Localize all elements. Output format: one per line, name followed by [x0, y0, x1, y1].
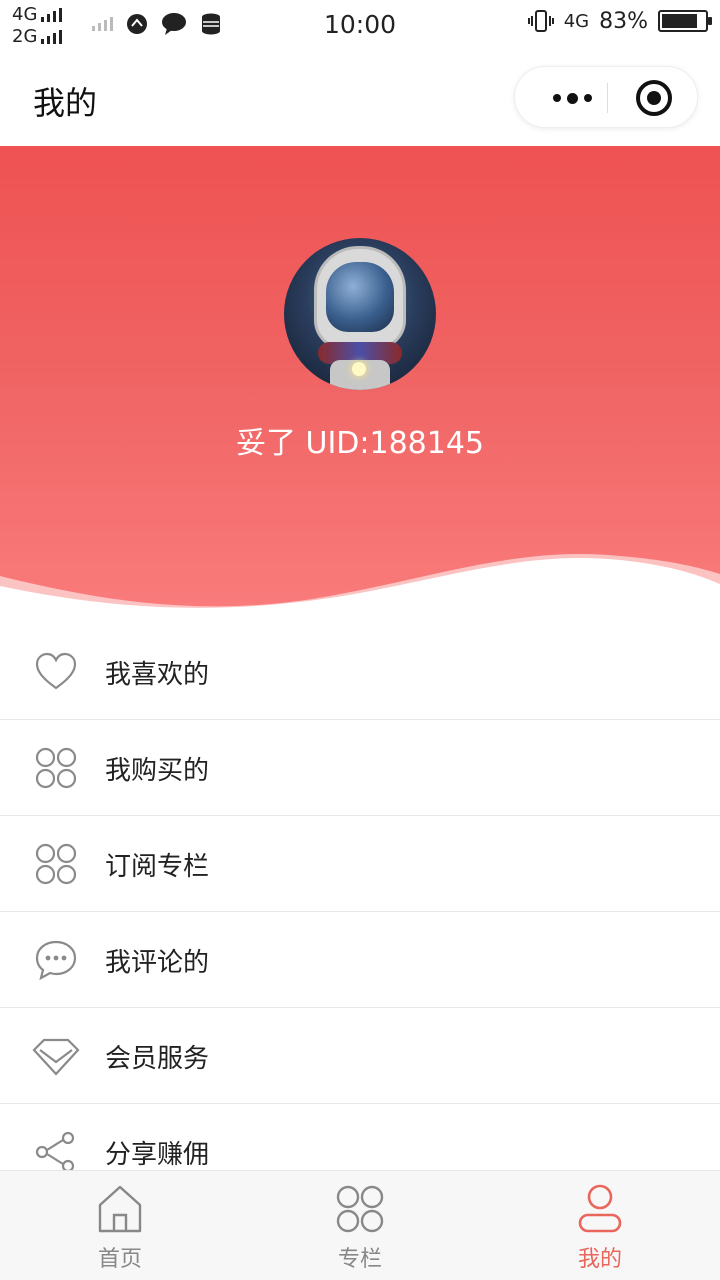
tab-label: 我的 [577, 1247, 622, 1272]
menu-item-purchased[interactable]: 我购买的 [0, 720, 720, 816]
profile-header: 妥了 UID:188145 [0, 146, 720, 616]
more-button[interactable] [540, 67, 604, 129]
grid-icon [35, 843, 77, 885]
menu-item-label: 分享赚佣 [105, 1140, 210, 1170]
lamp-shape [352, 362, 366, 376]
grid-icon [336, 1185, 384, 1233]
user-icon [578, 1184, 622, 1233]
share-icon [35, 1131, 75, 1173]
status-bar: 4G 2G 10:00 4G 83% [0, 0, 720, 52]
tab-columns[interactable]: 专栏 [240, 1171, 480, 1280]
menu-item-membership[interactable]: 会员服务 [0, 1008, 720, 1104]
capsule-divider [607, 83, 608, 113]
status-right: 4G 83% [527, 8, 712, 34]
tab-bar: 首页 专栏 我的 [0, 1170, 720, 1280]
vibrate-icon [527, 10, 554, 32]
avatar[interactable] [284, 238, 436, 390]
heart-icon [35, 652, 77, 690]
network-type-right: 4G [563, 10, 590, 32]
menu-item-likes[interactable]: 我喜欢的 [0, 624, 720, 720]
menu-item-label: 我喜欢的 [105, 660, 210, 690]
navigation-bar: 我的 [0, 52, 720, 146]
battery-icon [658, 10, 712, 32]
menu-item-label: 我评论的 [105, 948, 210, 978]
visor-shape [326, 262, 394, 332]
page-title: 我的 [33, 84, 98, 122]
battery-percent: 83% [599, 8, 648, 34]
menu-item-label: 我购买的 [105, 756, 210, 786]
menu-item-subscriptions[interactable]: 订阅专栏 [0, 816, 720, 912]
menu-item-label: 订阅专栏 [105, 852, 210, 882]
grid-icon [35, 747, 77, 789]
tab-label: 专栏 [337, 1247, 382, 1272]
tab-mine[interactable]: 我的 [480, 1171, 720, 1280]
comment-icon [35, 940, 77, 981]
header-wave [0, 554, 720, 616]
menu-item-comments[interactable]: 我评论的 [0, 912, 720, 1008]
close-button[interactable] [636, 80, 672, 116]
menu-item-label: 会员服务 [105, 1044, 210, 1074]
diamond-icon [32, 1038, 80, 1076]
user-name-uid: 妥了 UID:188145 [235, 426, 485, 461]
menu-list: 我喜欢的 我购买的 订阅专栏 我评论的 会员服务 分享赚佣 [0, 624, 720, 1200]
mini-program-capsule [514, 66, 698, 128]
tab-home[interactable]: 首页 [0, 1171, 240, 1280]
tab-label: 首页 [97, 1247, 142, 1272]
home-icon [98, 1185, 142, 1233]
